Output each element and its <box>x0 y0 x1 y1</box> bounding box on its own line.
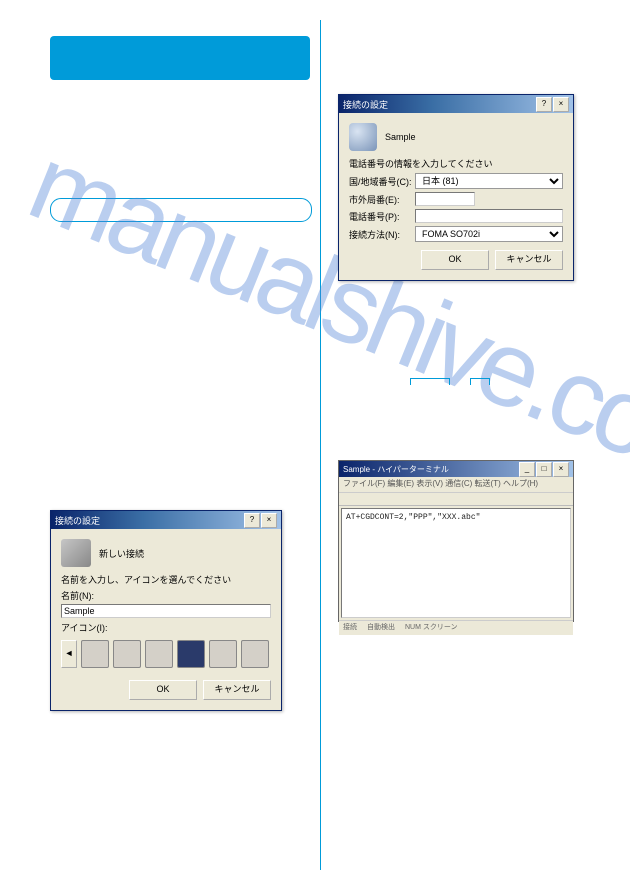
country-code-label: 国/地域番号(C): <box>349 175 415 188</box>
phone-icon <box>349 123 377 151</box>
ok-button[interactable]: OK <box>129 680 197 700</box>
area-code-input[interactable] <box>415 192 475 206</box>
connection-settings-dialog-name: 接続の設定 ? × 新しい接続 名前を入力し、アイコンを選んでください 名前(N… <box>50 510 282 711</box>
help-button[interactable]: ? <box>244 513 260 528</box>
area-code-label: 市外局番(E): <box>349 193 415 206</box>
connect-method-select[interactable]: FOMA SO702i <box>415 226 563 242</box>
terminal-menubar[interactable]: ファイル(F) 編集(E) 表示(V) 通信(C) 転送(T) ヘルプ(H) <box>339 477 573 493</box>
status-segment: 自動検出 <box>367 622 395 634</box>
titlebar-buttons: ? × <box>244 513 277 528</box>
status-segment: NUM スクリーン <box>405 622 458 634</box>
dialog-titlebar: 接続の設定 ? × <box>339 95 573 113</box>
connect-method-label: 接続方法(N): <box>349 228 415 241</box>
hyperterminal-window: Sample - ハイパーターミナル _ □ × ファイル(F) 編集(E) 表… <box>338 460 574 622</box>
close-button[interactable]: × <box>553 97 569 112</box>
help-button[interactable]: ? <box>536 97 552 112</box>
icon-chooser: ◄ ► <box>61 636 271 672</box>
dialog-body: 新しい接続 名前を入力し、アイコンを選んでください 名前(N): アイコン(I)… <box>51 529 281 710</box>
dialog-body: Sample 電話番号の情報を入力してください 国/地域番号(C): 日本 (8… <box>339 113 573 280</box>
terminal-titlebar: Sample - ハイパーターミナル _ □ × <box>339 461 573 477</box>
close-button[interactable]: × <box>553 462 569 477</box>
callout-bracket <box>470 378 490 389</box>
titlebar-buttons: _ □ × <box>519 462 569 477</box>
dialog-title-text: 接続の設定 <box>343 98 388 111</box>
subheading-outline <box>50 198 312 222</box>
phone-number-label: 電話番号(P): <box>349 210 415 223</box>
cancel-button[interactable]: キャンセル <box>495 250 563 270</box>
country-code-select[interactable]: 日本 (81) <box>415 173 563 189</box>
new-connection-icon <box>61 539 91 567</box>
icon-label: アイコン(I): <box>61 621 271 634</box>
phone-number-input[interactable] <box>415 209 563 223</box>
close-button[interactable]: × <box>261 513 277 528</box>
status-segment: 接続 <box>343 622 357 634</box>
instruction-text: 名前を入力し、アイコンを選んでください <box>61 573 271 586</box>
column-divider <box>320 20 321 870</box>
dialog-header-text: 新しい接続 <box>99 547 144 560</box>
connection-icon-option[interactable] <box>177 640 205 668</box>
connection-icon-option[interactable] <box>113 640 141 668</box>
page: manualshive.com 接続の設定 ? × 新しい接続 名前を入力し、ア… <box>0 0 630 893</box>
minimize-button[interactable]: _ <box>519 462 535 477</box>
connection-settings-dialog-phone: 接続の設定 ? × Sample 電話番号の情報を入力してください 国/地域番号… <box>338 94 574 281</box>
terminal-title-text: Sample - ハイパーターミナル <box>343 464 449 475</box>
ok-button[interactable]: OK <box>421 250 489 270</box>
name-label: 名前(N): <box>61 589 271 602</box>
name-input[interactable] <box>61 604 271 618</box>
heading-box <box>50 36 310 80</box>
connection-icon-option[interactable] <box>145 640 173 668</box>
terminal-body[interactable]: AT+CGDCONT=2,"PPP","XXX.abc" <box>341 508 571 618</box>
terminal-toolbar[interactable] <box>339 493 573 506</box>
titlebar-buttons: ? × <box>536 97 569 112</box>
maximize-button[interactable]: □ <box>536 462 552 477</box>
connection-icon-option[interactable] <box>209 640 237 668</box>
instruction-text: 電話番号の情報を入力してください <box>349 157 563 170</box>
scroll-left-button[interactable]: ◄ <box>61 640 77 668</box>
dialog-titlebar: 接続の設定 ? × <box>51 511 281 529</box>
callout-bracket <box>410 378 450 389</box>
dialog-title-text: 接続の設定 <box>55 514 100 527</box>
terminal-statusbar: 接続 自動検出 NUM スクリーン <box>339 620 573 635</box>
dialog-header-text: Sample <box>385 132 416 142</box>
connection-icon-option[interactable] <box>81 640 109 668</box>
connection-icon-option[interactable] <box>241 640 269 668</box>
cancel-button[interactable]: キャンセル <box>203 680 271 700</box>
